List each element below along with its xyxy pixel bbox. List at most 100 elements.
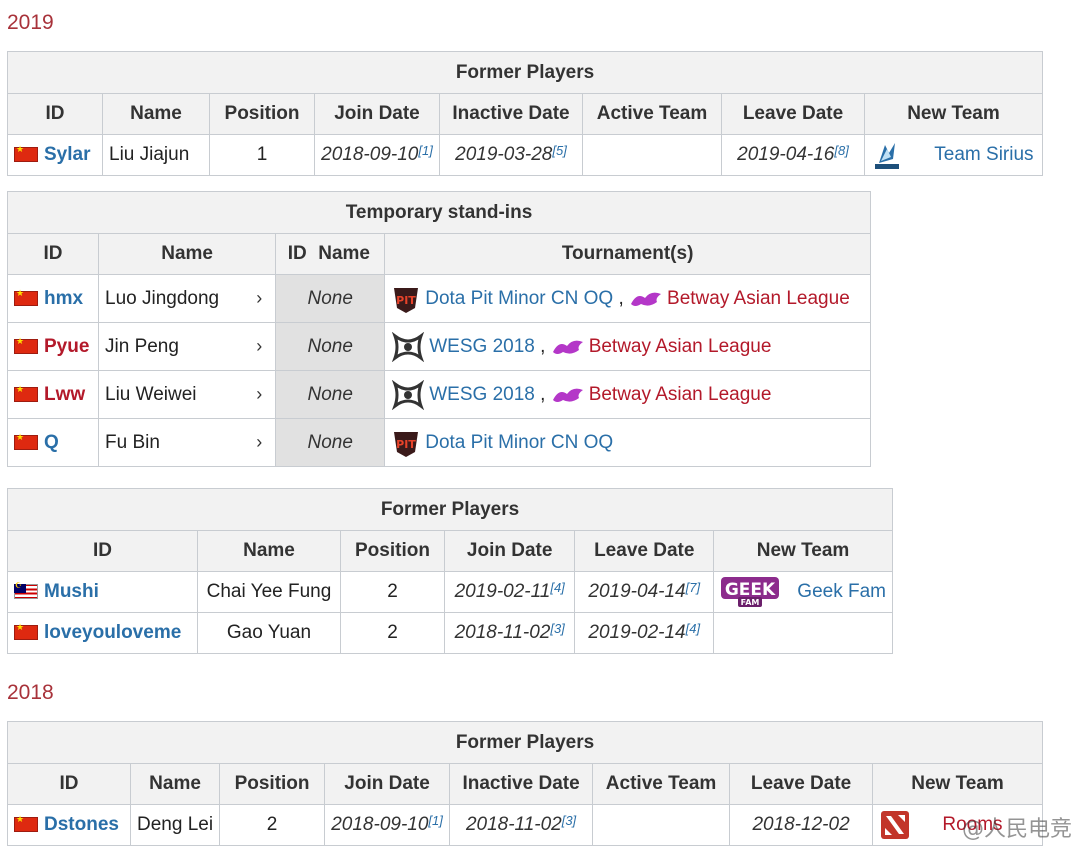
temporary-standins-table: Temporary stand-ins ID Name ID Name Tour… [7,191,871,467]
tournament-link[interactable]: WESG 2018 [429,336,535,357]
china-flag-icon [14,814,38,833]
reference-link[interactable]: [5] [552,143,566,158]
table-row: Mushi Chai Yee Fung 2 2019-02-11[4] 2019… [7,571,893,613]
table-row: Pyue Jin Peng › None WESG 2018 , Betway … [7,322,871,371]
table-caption: Former Players [7,721,1043,764]
new-team-link[interactable]: Team Sirius [934,144,1033,165]
col-header-leave-date: Leave Date [729,763,874,805]
reference-link[interactable]: [7] [686,580,700,595]
col-header-new-team: New Team [872,763,1043,805]
tournament-link[interactable]: WESG 2018 [429,384,535,405]
betway-asian-league-logo-icon [631,292,662,306]
expand-chevron-icon[interactable]: › [243,370,277,419]
tournament-link[interactable]: Dota Pit Minor CN OQ [425,288,613,309]
player-id-cell: Lww [7,370,99,419]
col-header-active-team: Active Team [582,93,722,135]
col-header-leave-date: Leave Date [574,530,715,572]
wesg-logo-icon [392,379,425,410]
col-header-name: Name [102,93,210,135]
player-name: Fu Bin [98,418,244,467]
col-header-position: Position [209,93,315,135]
geek-fam-logo-icon[interactable]: GEEKFAM [720,575,782,609]
tournaments-cell: PIT Dota Pit Minor CN OQ , Betway Asian L… [384,274,871,323]
col-header-leave-date: Leave Date [721,93,865,135]
col-header-tournaments: Tournament(s) [384,233,871,275]
active-team [592,804,731,846]
betway-asian-league-logo-icon [552,340,583,354]
tournament-link[interactable]: Betway Asian League [589,336,772,357]
separator: , [618,287,624,309]
col-header-name: Name [196,530,342,572]
join-date: 2018-09-10 [331,814,429,835]
join-date-cell: 2018-09-10[1] [314,134,440,176]
tournament-link[interactable]: Betway Asian League [667,288,850,309]
table-row: Sylar Liu Jiajun 1 2018-09-10[1] 2019-03… [7,134,1043,176]
china-flag-icon [14,384,38,402]
join-date-cell: 2019-02-11[4] [443,571,576,613]
former-players-table-2018: Former Players ID Name Position Join Dat… [7,721,1043,846]
table-row: hmx Luo Jingdong › None PIT Dota Pit Mino… [7,274,871,323]
player-position: 2 [219,804,326,846]
former-players-table-2019-b: Former Players ID Name Position Join Dat… [7,488,893,654]
inactive-date-cell: 2018-11-02[3] [449,804,594,846]
table-row: Q Fu Bin › None PIT Dota Pit Minor CN OQ [7,418,871,467]
col-header-name: Name [97,233,277,275]
join-date: 2019-02-11 [454,581,551,602]
new-team-link[interactable]: Geek Fam [797,581,886,602]
reference-link[interactable]: [3] [562,813,576,828]
dota-pit-logo-icon: PIT [394,431,419,457]
substitute-name: None [275,370,386,419]
player-id-cell: Mushi [7,571,198,613]
tournaments-cell: WESG 2018 , Betway Asian League [384,322,871,371]
separator: , [540,335,546,357]
player-id-cell: Pyue [7,322,99,371]
tournament-link[interactable]: Betway Asian League [589,384,772,405]
player-name: Luo Jingdong [98,274,244,323]
expand-chevron-icon[interactable]: › [243,418,277,467]
china-flag-icon [14,432,38,450]
expand-chevron-icon[interactable]: › [243,274,277,323]
expand-chevron-icon[interactable]: › [243,322,277,371]
reference-link[interactable]: [1] [418,143,432,158]
inactive-date: 2018-11-02 [465,814,562,835]
leave-date: 2019-04-16 [737,144,835,165]
new-team-cell: GEEK FAM Geek Fam [713,571,893,613]
col-header-id: ID [7,763,131,805]
reference-link[interactable]: [4] [550,580,564,595]
col-header-new-team: New Team [713,530,893,572]
svg-text:PIT: PIT [396,438,416,451]
col-header-join-date: Join Date [443,530,576,572]
table-caption: Former Players [7,51,1043,94]
col-header-inactive-date: Inactive Date [439,93,583,135]
player-link[interactable]: loveyouloveme [44,622,181,643]
betway-asian-league-logo-icon [552,388,583,402]
tournament-link[interactable]: Dota Pit Minor CN OQ [425,432,613,453]
col-header-name: Name [129,763,221,805]
reference-link[interactable]: [1] [428,813,442,828]
player-link[interactable]: Q [44,432,59,453]
svg-text:PIT: PIT [396,294,416,307]
player-link[interactable]: Pyue [44,336,89,357]
wesg-logo-icon [392,331,425,362]
join-date: 2018-09-10 [321,144,419,165]
china-flag-icon [14,288,38,306]
table-row: Dstones Deng Lei 2 2018-09-10[1] 2018-11… [7,804,1043,846]
player-link[interactable]: Lww [44,384,85,405]
dota-pit-logo-icon: PIT [394,287,419,313]
reference-link[interactable]: [3] [550,621,564,636]
player-link[interactable]: Sylar [44,144,90,165]
table-row: Lww Liu Weiwei › None WESG 2018 , Betway… [7,370,871,419]
reference-link[interactable]: [8] [834,143,848,158]
team-sirius-logo-icon[interactable] [871,139,903,171]
reference-link[interactable]: [4] [686,621,700,636]
player-link[interactable]: hmx [44,288,83,309]
player-id-cell: Sylar [7,134,103,176]
player-link[interactable]: Dstones [44,814,119,835]
substitute-name: None [275,322,386,371]
player-name: Chai Yee Fung [196,571,342,613]
table-caption: Temporary stand-ins [7,191,871,234]
malaysia-flag-icon [14,581,38,600]
svg-text:FAM: FAM [741,598,760,607]
player-link[interactable]: Mushi [44,581,99,602]
col-header-active-team: Active Team [592,763,731,805]
